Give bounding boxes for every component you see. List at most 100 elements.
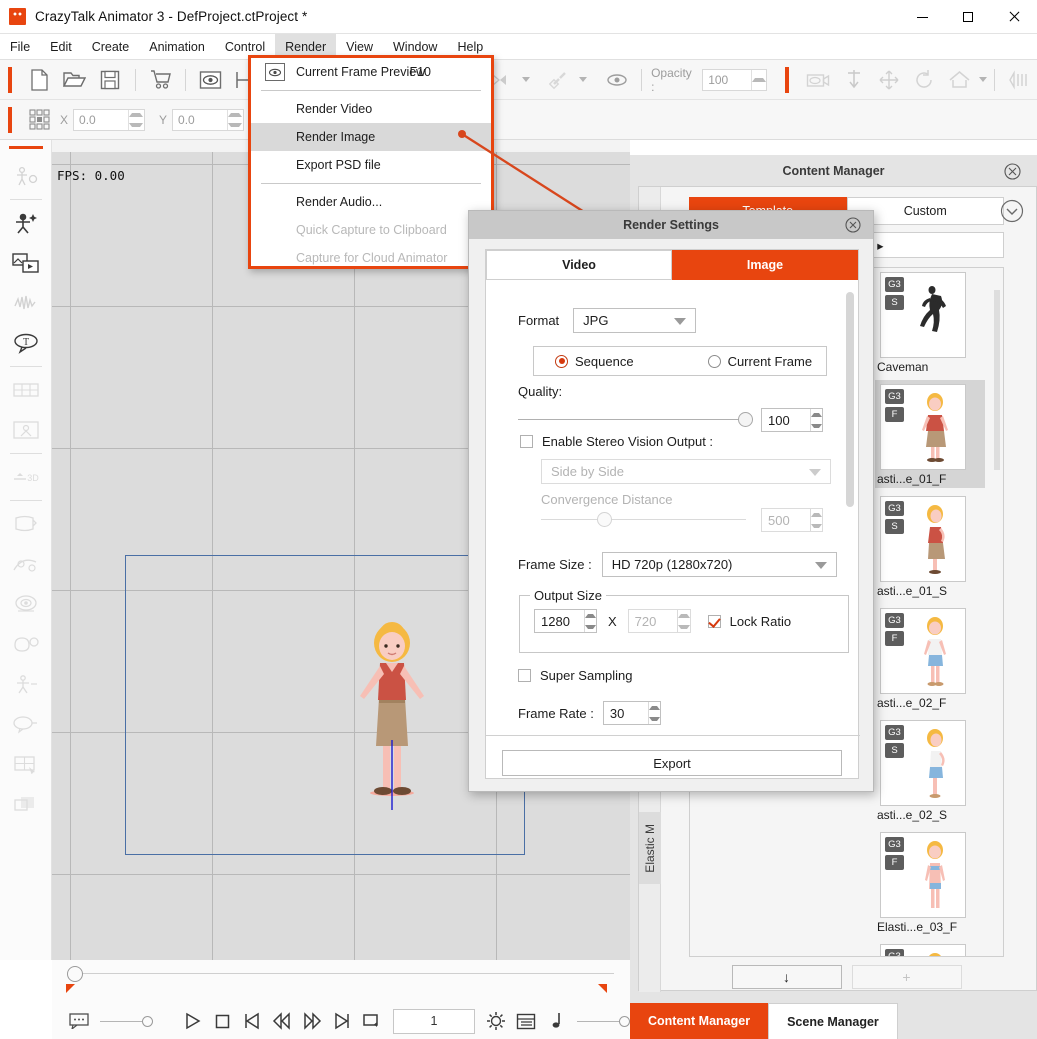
speech-bubble-icon[interactable] — [0, 704, 52, 744]
menu-item-render-video[interactable]: Render Video — [251, 95, 491, 123]
lock-ratio-checkbox[interactable] — [707, 614, 721, 628]
super-sampling-checkbox[interactable] — [518, 669, 531, 682]
pivot-icon[interactable] — [839, 67, 868, 93]
list-item[interactable]: G3 S — [875, 940, 985, 956]
opacity-stepper[interactable] — [702, 68, 768, 91]
radio-sequence[interactable]: Sequence — [555, 354, 634, 369]
audio-note-icon[interactable] — [541, 1006, 571, 1036]
render-settings-scrollbar[interactable] — [846, 292, 854, 507]
flip-page-icon[interactable] — [0, 504, 52, 544]
tab-video[interactable]: Video — [486, 250, 672, 280]
grid-icon[interactable] — [25, 107, 55, 133]
preview-opacity-handle[interactable] — [142, 1015, 153, 1027]
menu-create[interactable]: Create — [82, 34, 140, 60]
x-stepper[interactable] — [73, 108, 146, 131]
motion-path-icon[interactable] — [0, 544, 52, 584]
range-start-marker[interactable] — [66, 984, 75, 993]
close-button[interactable] — [991, 0, 1037, 34]
timeline-strip-icon[interactable] — [0, 370, 52, 410]
menu-item-render-image[interactable]: Render Image — [251, 123, 491, 151]
tab-image[interactable]: Image — [672, 250, 858, 280]
move-icon[interactable] — [874, 67, 903, 93]
prev-frame-icon[interactable] — [237, 1006, 267, 1036]
export-button[interactable]: Export — [502, 750, 842, 776]
eye-icon[interactable] — [602, 67, 631, 93]
scene-frame-icon[interactable] — [0, 410, 52, 450]
sound-wave-icon[interactable] — [1005, 67, 1034, 93]
new-document-icon[interactable] — [25, 67, 54, 93]
menu-animation[interactable]: Animation — [139, 34, 215, 60]
format-select[interactable]: JPG — [573, 308, 697, 333]
grid-select-icon[interactable] — [0, 744, 52, 784]
stereo-vision-checkbox[interactable] — [520, 435, 533, 448]
render-settings-close-icon[interactable] — [845, 217, 861, 236]
output-width-stepper[interactable] — [534, 609, 597, 633]
open-folder-icon[interactable] — [60, 67, 89, 93]
list-item[interactable]: G3 S Caveman — [875, 268, 985, 376]
next-frame-icon[interactable] — [327, 1006, 357, 1036]
radio-current-frame[interactable]: Current Frame — [707, 354, 812, 369]
frame-size-select[interactable]: HD 720p (1280x720) — [601, 552, 837, 577]
list-item[interactable]: G3 F Elasti...e_03_F — [875, 828, 985, 936]
audio-volume-track[interactable] — [577, 1020, 619, 1022]
timeline-scrub-track[interactable] — [74, 973, 614, 974]
preview-opacity-track[interactable] — [100, 1020, 142, 1022]
character-composer-icon[interactable] — [0, 156, 52, 196]
character-animation-icon[interactable] — [0, 203, 52, 243]
elastic-side-tab[interactable]: Elastic M — [639, 812, 661, 884]
stage-character[interactable] — [352, 610, 432, 810]
minimize-button[interactable] — [899, 0, 945, 34]
menu-item-export-psd[interactable]: Export PSD file — [251, 151, 491, 179]
save-disk-icon[interactable] — [95, 67, 124, 93]
camera-eye-icon[interactable] — [804, 67, 833, 93]
rewind-icon[interactable] — [267, 1006, 297, 1036]
audio-waveform-icon[interactable] — [0, 283, 52, 323]
body-puppet-icon[interactable] — [0, 664, 52, 704]
chevron-down-icon-3[interactable] — [978, 77, 987, 82]
audio-volume-handle[interactable] — [619, 1015, 630, 1027]
loop-icon[interactable] — [357, 1006, 387, 1036]
menu-file[interactable]: File — [0, 34, 40, 60]
quality-stepper[interactable] — [761, 408, 823, 432]
sprite-editor-icon[interactable] — [0, 624, 52, 664]
comment-icon[interactable] — [64, 1006, 94, 1036]
collapse-chevron-icon[interactable] — [1000, 199, 1024, 226]
menu-edit[interactable]: Edit — [40, 34, 82, 60]
list-item[interactable]: G3 S asti...e_02_S — [875, 716, 985, 824]
list-item[interactable]: G3 S asti...e_01_S — [875, 492, 985, 600]
stereo-vision-checkbox-row[interactable]: Enable Stereo Vision Output : — [520, 434, 713, 449]
current-frame-field[interactable]: 1 — [393, 1008, 475, 1034]
menu-item-render-audio[interactable]: Render Audio... — [251, 188, 491, 216]
link-icon[interactable] — [545, 67, 574, 93]
list-item[interactable]: G3 F asti...e_01_F — [875, 380, 985, 488]
fast-forward-icon[interactable] — [297, 1006, 327, 1036]
quality-slider-handle[interactable] — [738, 412, 753, 427]
tab-content-manager[interactable]: Content Manager — [630, 1003, 769, 1039]
stop-icon[interactable] — [207, 1006, 237, 1036]
timeline-scrub-handle[interactable] — [67, 966, 83, 982]
timeline-icon[interactable] — [511, 1006, 541, 1036]
y-stepper[interactable] — [172, 108, 245, 131]
face-puppet-icon[interactable] — [0, 584, 52, 624]
media-library-icon[interactable] — [0, 243, 52, 283]
add-plus-button[interactable]: + — [851, 965, 962, 989]
layer-stack-icon[interactable] — [0, 784, 52, 824]
3d-depth-icon[interactable]: 3D — [0, 457, 52, 497]
quality-slider-track[interactable] — [518, 419, 746, 420]
rotate-icon[interactable] — [909, 67, 938, 93]
chevron-down-icon-2[interactable] — [579, 77, 588, 82]
download-arrow-button[interactable]: ↓ — [731, 965, 842, 989]
chevron-down-icon[interactable] — [522, 77, 531, 82]
play-icon[interactable] — [177, 1006, 207, 1036]
preview-eye-icon[interactable] — [196, 67, 225, 93]
home-icon[interactable] — [945, 67, 974, 93]
settings-gear-icon[interactable] — [481, 1006, 511, 1036]
range-end-marker[interactable] — [598, 984, 607, 993]
menu-item-current-frame-preview[interactable]: Current Frame Preview F10 — [251, 58, 491, 86]
maximize-button[interactable] — [945, 0, 991, 34]
list-item[interactable]: G3 F asti...e_02_F — [875, 604, 985, 712]
text-bubble-icon[interactable]: T — [0, 323, 52, 363]
content-manager-close-icon[interactable] — [1004, 163, 1021, 183]
frame-rate-stepper[interactable] — [602, 701, 661, 725]
super-sampling-row[interactable]: Super Sampling — [518, 668, 633, 683]
